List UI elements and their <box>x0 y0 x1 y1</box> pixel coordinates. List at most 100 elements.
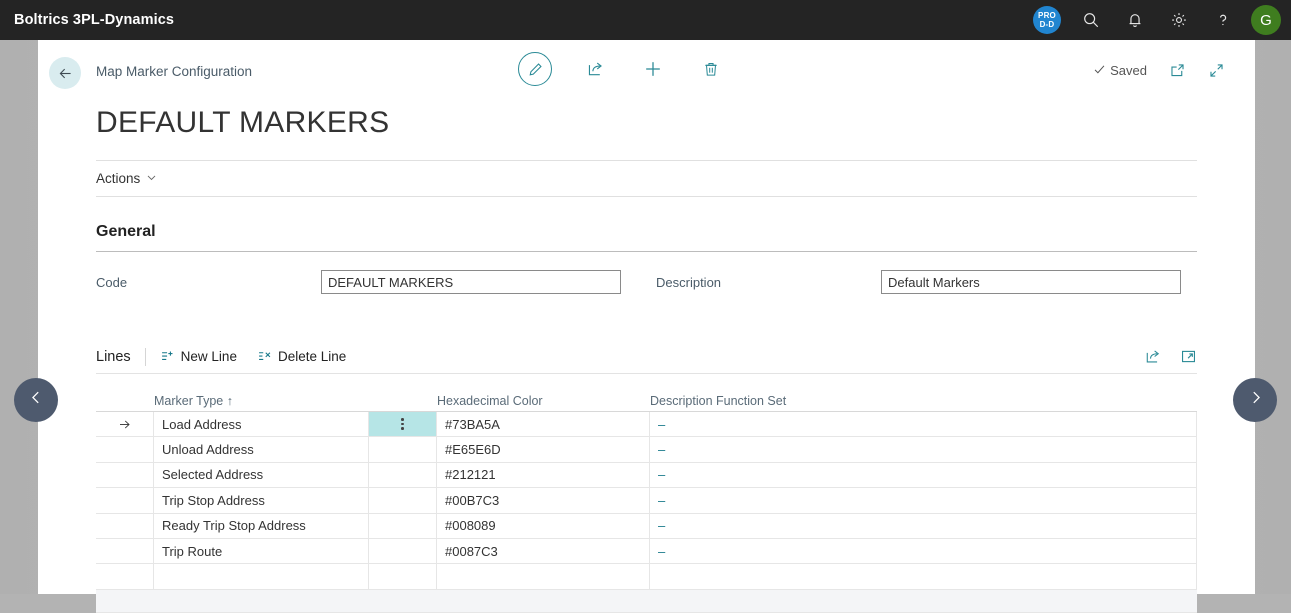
delete-line-label: Delete Line <box>277 349 347 364</box>
app-topbar: Boltrics 3PL-Dynamics PRO D-D G <box>0 0 1291 40</box>
lines-toolbar: Lines New Line Delete Line <box>96 340 1197 374</box>
empty-value-dash: – <box>658 492 666 508</box>
table-row[interactable]: Ready Trip Stop Address #008089– <box>96 513 1197 539</box>
table-footer-band <box>96 589 1197 613</box>
empty-value-dash: – <box>658 442 666 458</box>
chevron-down-icon <box>146 171 157 186</box>
open-in-excel-icon[interactable] <box>1180 348 1197 365</box>
cell-hexadecimal-color[interactable]: #E65E6D <box>437 437 650 462</box>
row-indicator-cell <box>96 462 154 488</box>
new-line-label: New Line <box>180 349 237 364</box>
cell-row-menu <box>369 564 437 589</box>
user-avatar[interactable]: G <box>1251 5 1281 35</box>
code-field-group: Code <box>96 270 621 294</box>
cell-hexadecimal-color[interactable]: #73BA5A <box>437 412 650 437</box>
cell-description-function-set[interactable]: – <box>650 488 1197 513</box>
chevron-left-icon <box>28 389 45 411</box>
row-indicator-cell <box>96 488 154 513</box>
settings-gear-icon[interactable] <box>1157 0 1201 40</box>
back-button[interactable] <box>49 57 81 89</box>
row-selected-arrow-icon <box>96 412 154 437</box>
actions-menu-button[interactable]: Actions <box>96 171 157 186</box>
actions-bar: Actions <box>96 161 1197 197</box>
page-header-right: Saved <box>1093 62 1225 79</box>
table-row[interactable]: Selected Address #212121– <box>96 462 1197 489</box>
table-header-row: Marker Type ↑ Hexadecimal Color Descript… <box>96 388 1197 412</box>
next-record-button[interactable] <box>1233 378 1277 422</box>
general-section-title: General <box>96 223 156 240</box>
breadcrumb[interactable]: Map Marker Configuration <box>96 64 252 79</box>
row-indicator-cell <box>96 437 154 462</box>
cell-marker-type[interactable]: Load Address <box>154 412 369 437</box>
new-line-button[interactable]: New Line <box>160 349 237 364</box>
general-section-divider <box>96 251 1197 252</box>
cell-hexadecimal-color[interactable]: #0087C3 <box>437 538 650 564</box>
notification-bell-icon[interactable] <box>1113 0 1157 40</box>
column-header-hex-color[interactable]: Hexadecimal Color <box>437 394 650 408</box>
column-header-marker-type[interactable]: Marker Type ↑ <box>154 394 369 408</box>
page-title: DEFAULT MARKERS <box>96 106 390 139</box>
cell-marker-type[interactable]: Ready Trip Stop Address <box>154 513 369 538</box>
table-row[interactable] <box>96 564 1197 590</box>
edit-pencil-icon[interactable] <box>518 52 552 86</box>
record-toolbar <box>518 52 726 86</box>
share-lines-icon[interactable] <box>1144 348 1162 366</box>
previous-record-button[interactable] <box>14 378 58 422</box>
cell-description-function-set[interactable]: – <box>650 462 1197 488</box>
page-header: Map Marker Configuration Saved <box>38 40 1255 100</box>
cell-hexadecimal-color[interactable]: #00B7C3 <box>437 488 650 513</box>
code-leader-dots <box>133 275 315 289</box>
add-new-icon[interactable] <box>638 52 668 86</box>
cell-description-function-set[interactable]: – <box>650 412 1197 437</box>
environment-badge-line2: D-D <box>1039 20 1055 29</box>
description-leader-dots <box>727 275 875 289</box>
cell-description-function-set[interactable]: – <box>650 513 1197 538</box>
cell-hexadecimal-color[interactable] <box>437 564 650 589</box>
row-indicator-cell <box>96 538 154 564</box>
cell-marker-type[interactable]: Trip Route <box>154 538 369 564</box>
new-line-icon <box>160 349 175 364</box>
delete-line-button[interactable]: Delete Line <box>257 349 346 364</box>
checkmark-icon <box>1093 63 1106 79</box>
table-row[interactable]: Trip Route #0087C3– <box>96 538 1197 565</box>
topbar-actions: PRO D-D G <box>1025 0 1291 40</box>
cell-marker-type[interactable] <box>154 564 369 589</box>
table-row[interactable]: Unload Address #E65E6D – <box>96 437 1197 463</box>
row-indicator-cell <box>96 513 154 538</box>
cell-marker-type[interactable]: Trip Stop Address <box>154 488 369 513</box>
table-row[interactable]: Load Address #73BA5A – <box>96 412 1197 438</box>
saved-status-label: Saved <box>1110 63 1147 78</box>
description-input[interactable] <box>881 270 1181 294</box>
description-field-label: Description <box>656 274 722 290</box>
cell-description-function-set[interactable]: – <box>650 538 1197 564</box>
table-body: Load Address #73BA5A – Unload Address #E65E6… <box>96 412 1197 590</box>
actions-menu-label: Actions <box>96 171 141 186</box>
help-question-icon[interactable] <box>1201 0 1245 40</box>
cell-row-menu <box>369 437 437 462</box>
column-header-desc-function-set[interactable]: Description Function Set <box>650 394 1197 408</box>
cell-description-function-set[interactable]: – <box>650 437 1197 462</box>
share-icon[interactable] <box>580 52 610 86</box>
cell-marker-type[interactable]: Selected Address <box>154 462 369 488</box>
environment-badge[interactable]: PRO D-D <box>1025 0 1069 40</box>
chevron-right-icon <box>1247 389 1264 411</box>
delete-line-icon <box>257 349 272 364</box>
search-icon[interactable] <box>1069 0 1113 40</box>
open-in-new-window-icon[interactable] <box>1169 62 1186 79</box>
cell-row-menu <box>369 538 437 564</box>
table-row[interactable]: Trip Stop Address #00B7C3– <box>96 488 1197 514</box>
cell-description-function-set[interactable] <box>650 564 1197 589</box>
collapse-focus-icon[interactable] <box>1208 62 1225 79</box>
cell-hexadecimal-color[interactable]: #212121 <box>437 462 650 488</box>
code-input[interactable] <box>321 270 621 294</box>
lines-section-title: Lines <box>96 348 131 365</box>
delete-trash-icon[interactable] <box>696 52 726 86</box>
avatar-initial: G <box>1260 11 1272 29</box>
description-field-group: Description <box>656 270 1181 294</box>
general-fields: Code Description <box>96 270 1197 294</box>
record-page: Map Marker Configuration Saved DEFAULT M… <box>38 40 1255 613</box>
row-kebab-menu-icon[interactable] <box>369 412 437 437</box>
cell-marker-type[interactable]: Unload Address <box>154 437 369 462</box>
empty-value-dash: – <box>658 467 666 483</box>
cell-hexadecimal-color[interactable]: #008089 <box>437 513 650 538</box>
